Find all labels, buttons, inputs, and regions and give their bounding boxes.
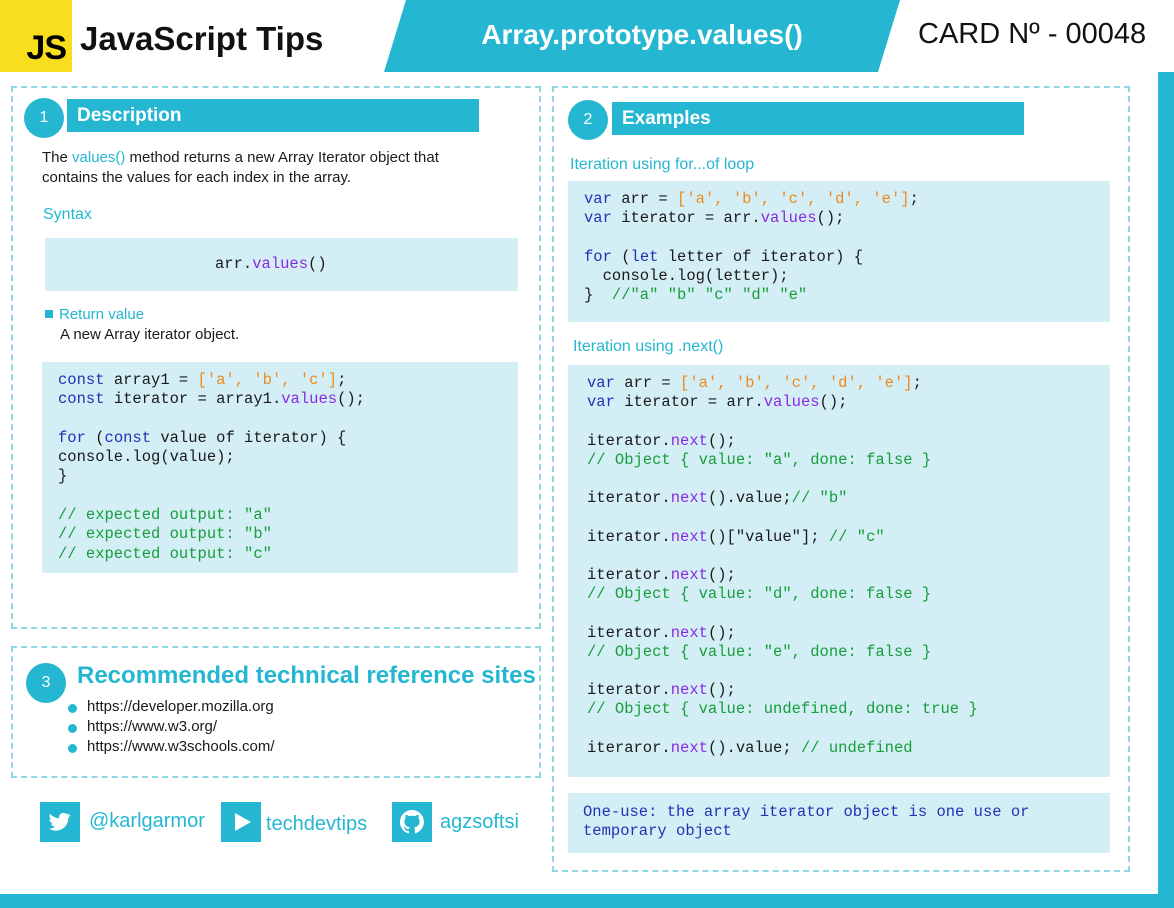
footer-bar	[0, 894, 1174, 908]
right-edge-bar	[1158, 72, 1174, 908]
forof-heading: Iteration using for...of loop	[570, 156, 755, 173]
next-code: var arr = ['a', 'b', 'c', 'd', 'e']; var…	[568, 365, 1110, 777]
logo-text: JS	[26, 29, 67, 67]
youtube-channel[interactable]: techdevtips	[266, 813, 367, 836]
forof-code: var arr = ['a', 'b', 'c', 'd', 'e']; var…	[568, 181, 1110, 322]
syntax-code: arr.values()	[45, 238, 518, 291]
one-use-note: One-use: the array iterator object is on…	[568, 793, 1110, 853]
section-title: Description	[67, 99, 479, 132]
site-link[interactable]: https://www.w3schools.com/	[68, 738, 275, 755]
youtube-icon[interactable]	[221, 802, 261, 842]
twitter-handle[interactable]: @karlgarmor	[89, 810, 205, 833]
title-banner: Array.prototype.values()	[384, 0, 900, 72]
example-code: const array1 = ['a', 'b', 'c']; const it…	[42, 362, 518, 573]
section-title: Examples	[612, 102, 1024, 135]
bullet-dot-icon	[68, 744, 77, 753]
next-heading: Iteration using .next()	[573, 338, 724, 355]
site-link[interactable]: https://developer.mozilla.org	[68, 698, 274, 715]
github-icon[interactable]	[392, 802, 432, 842]
section-number: 3	[26, 663, 66, 703]
site-link[interactable]: https://www.w3.org/	[68, 718, 217, 735]
banner-title: Array.prototype.values()	[481, 19, 803, 50]
return-heading: Return value	[45, 306, 144, 323]
js-logo: JS	[0, 0, 72, 72]
description-panel: 1 Description The values() method return…	[11, 86, 541, 629]
bullet-dot-icon	[68, 724, 77, 733]
reference-sites-panel: 3 Recommended technical reference sites …	[11, 646, 541, 778]
card-number: CARD Nº - 00048	[918, 18, 1147, 50]
sites-title: Recommended technical reference sites	[77, 662, 536, 689]
header: JS JavaScript Tips Array.prototype.value…	[0, 0, 1174, 76]
section-number: 1	[24, 98, 64, 138]
twitter-icon[interactable]	[40, 802, 80, 842]
github-user[interactable]: agzsoftsi	[440, 811, 519, 834]
method-name: values()	[72, 149, 126, 166]
return-text: A new Array iterator object.	[60, 326, 240, 343]
bullet-dot-icon	[68, 704, 77, 713]
examples-panel: 2 Examples Iteration using for...of loop…	[552, 86, 1130, 872]
bullet-square-icon	[45, 310, 53, 318]
description-text: The values() method returns a new Array …	[42, 149, 439, 186]
brand-title: JavaScript Tips	[80, 20, 324, 57]
section-number: 2	[568, 100, 608, 140]
syntax-heading: Syntax	[43, 206, 92, 223]
